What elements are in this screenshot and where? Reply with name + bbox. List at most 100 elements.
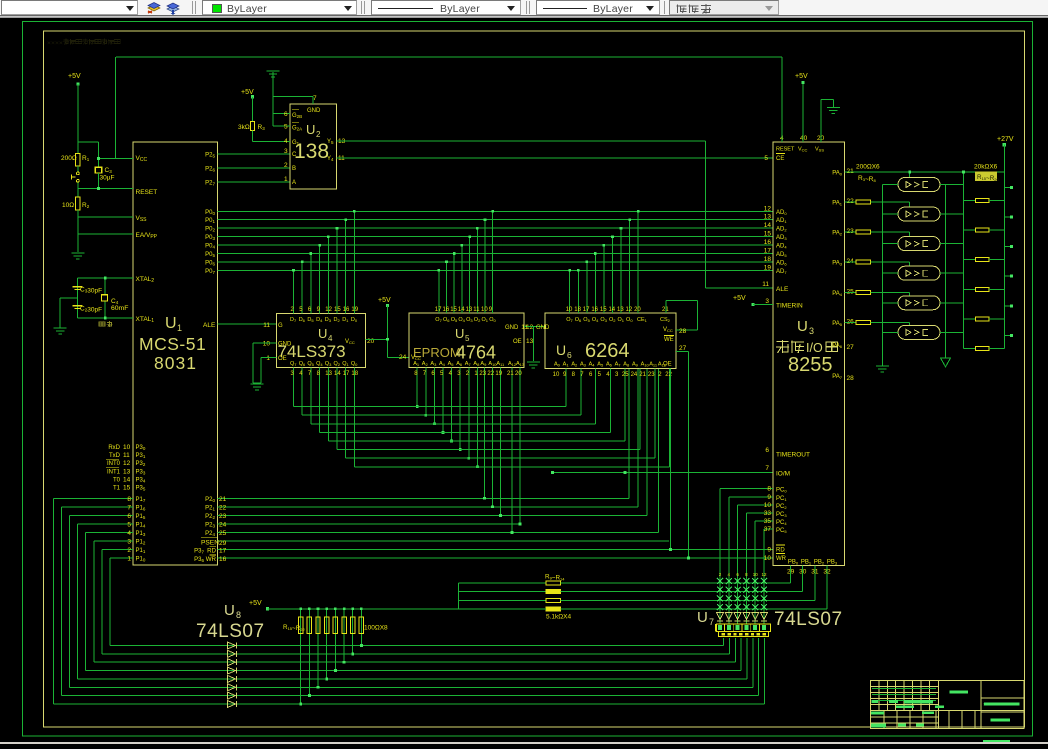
svg-text:O6: O6 — [443, 317, 450, 323]
svg-text:8: 8 — [236, 610, 241, 620]
svg-text:16: 16 — [343, 307, 350, 313]
svg-text:MCS-51: MCS-51 — [139, 334, 206, 354]
svg-text:P04: P04 — [205, 244, 215, 250]
svg-text:P35: P35 — [136, 486, 146, 492]
svg-text:WE: WE — [664, 337, 674, 343]
svg-text:O4: O4 — [592, 317, 599, 323]
svg-text:5: 5 — [284, 124, 288, 131]
svg-text:O1: O1 — [482, 317, 489, 323]
svg-text:A3: A3 — [430, 361, 437, 367]
svg-text:14: 14 — [608, 307, 615, 313]
svg-text:19: 19 — [351, 307, 358, 313]
svg-text:P33: P33 — [136, 469, 146, 475]
svg-text:3: 3 — [127, 539, 131, 546]
svg-text:AD7: AD7 — [776, 269, 787, 275]
svg-text:Y5: Y5 — [327, 139, 334, 145]
svg-text:TxD: TxD — [109, 453, 121, 459]
svg-text:U: U — [697, 609, 708, 626]
svg-text:P07: P07 — [205, 269, 215, 275]
svg-text:O7: O7 — [435, 317, 442, 323]
svg-text:GND: GND — [307, 108, 321, 114]
svg-text:D7: D7 — [290, 317, 297, 323]
svg-text:PA3: PA3 — [832, 261, 843, 267]
svg-text:27: 27 — [679, 345, 687, 352]
svg-text:17: 17 — [219, 548, 227, 555]
svg-text:24: 24 — [631, 372, 638, 378]
svg-text:5: 5 — [127, 521, 131, 528]
svg-text:PSEN: PSEN — [201, 540, 219, 547]
svg-text:2: 2 — [284, 162, 288, 169]
svg-text:C330pF: C330pF — [80, 287, 102, 295]
svg-text:A8: A8 — [473, 361, 480, 367]
svg-text:16: 16 — [219, 556, 227, 563]
svg-text:12: 12 — [764, 205, 772, 212]
svg-text:10: 10 — [753, 572, 759, 577]
svg-text:D6: D6 — [299, 317, 306, 323]
svg-text:PA6: PA6 — [832, 343, 843, 349]
svg-text:U: U — [455, 326, 464, 341]
svg-text:P13: P13 — [136, 531, 146, 537]
svg-text:PC2: PC2 — [776, 504, 787, 510]
svg-text:10: 10 — [123, 444, 131, 451]
svg-text:100ΩX8: 100ΩX8 — [364, 625, 388, 632]
svg-text:O7: O7 — [566, 317, 573, 323]
svg-text:INT1: INT1 — [107, 469, 121, 475]
svg-text:ALE: ALE — [776, 286, 789, 293]
svg-text:RESET: RESET — [776, 147, 795, 153]
svg-text:O5: O5 — [451, 317, 458, 323]
svg-text:D0: D0 — [351, 317, 358, 323]
svg-text:T1: T1 — [113, 486, 121, 492]
svg-text:12: 12 — [626, 307, 633, 313]
svg-text:8255: 8255 — [788, 354, 833, 376]
svg-text:RD: RD — [207, 548, 216, 555]
svg-text:+5V: +5V — [795, 73, 808, 80]
svg-text:INT0: INT0 — [107, 461, 121, 467]
svg-text:G1: G1 — [292, 140, 300, 146]
svg-text:A5: A5 — [597, 362, 604, 368]
svg-text:WR: WR — [206, 556, 217, 563]
svg-text:16: 16 — [764, 239, 772, 246]
svg-text:AD3: AD3 — [776, 235, 787, 241]
svg-text:P11: P11 — [136, 548, 146, 554]
svg-text:15: 15 — [600, 307, 607, 313]
svg-text:P24: P24 — [205, 531, 215, 537]
svg-text:P31: P31 — [136, 453, 146, 459]
svg-text:4: 4 — [127, 530, 131, 537]
svg-text:PB2: PB2 — [814, 560, 825, 566]
svg-text:2: 2 — [127, 547, 131, 554]
svg-text:GND: GND — [278, 342, 292, 348]
svg-text:10: 10 — [764, 555, 772, 562]
svg-text:6: 6 — [284, 111, 288, 118]
svg-text:24: 24 — [399, 354, 407, 361]
svg-text:D1: D1 — [342, 317, 349, 323]
svg-text:AD6: AD6 — [776, 260, 787, 266]
svg-text:+5V: +5V — [378, 297, 391, 304]
svg-text:R1: R1 — [82, 155, 90, 162]
svg-text:VSS: VSS — [136, 215, 148, 223]
svg-text:A4: A4 — [589, 362, 596, 368]
svg-text:RxD: RxD — [108, 445, 120, 451]
svg-text:7: 7 — [127, 504, 131, 511]
svg-text:P02: P02 — [205, 227, 215, 233]
svg-text:7: 7 — [313, 95, 317, 102]
svg-text:I/O: I/O — [806, 341, 823, 355]
svg-text:200ΩX6: 200ΩX6 — [856, 164, 880, 171]
svg-text:6: 6 — [765, 447, 769, 454]
svg-text:C4: C4 — [111, 298, 119, 305]
svg-text:P27: P27 — [205, 181, 215, 187]
svg-text:P03: P03 — [205, 235, 215, 241]
svg-text:18: 18 — [351, 371, 358, 377]
svg-text:C230pF: C230pF — [80, 306, 102, 314]
svg-text:11: 11 — [123, 452, 130, 459]
svg-text:A6: A6 — [606, 362, 613, 368]
svg-text:P20: P20 — [205, 497, 215, 503]
svg-text:D2: D2 — [334, 317, 341, 323]
svg-text:9: 9 — [767, 547, 771, 554]
svg-text:8031: 8031 — [154, 353, 197, 373]
svg-text:C: C — [292, 152, 297, 158]
svg-text:AD5: AD5 — [776, 252, 787, 258]
svg-text:VCC: VCC — [798, 147, 808, 153]
svg-text:U: U — [556, 342, 566, 358]
svg-text:14: 14 — [764, 222, 772, 229]
svg-text:O1: O1 — [618, 317, 625, 323]
